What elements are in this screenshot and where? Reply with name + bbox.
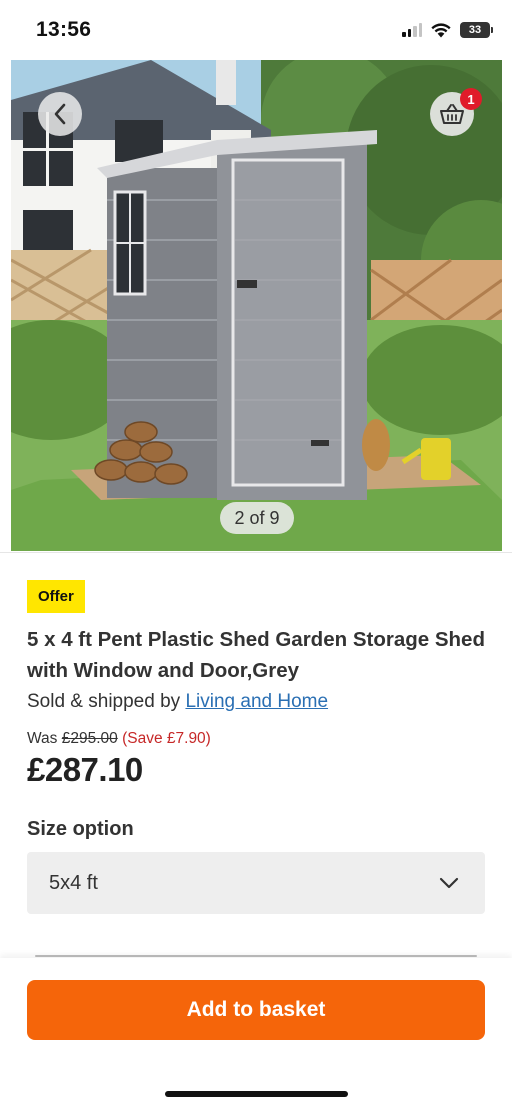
basket-button[interactable]: 1 bbox=[430, 88, 482, 136]
seller-link[interactable]: Living and Home bbox=[185, 691, 328, 712]
product-image-gallery[interactable]: 1 2 of 9 bbox=[11, 60, 502, 551]
current-price: £287.10 bbox=[27, 751, 143, 788]
size-option-select[interactable]: 5x4 ft bbox=[27, 852, 485, 914]
seller-line: Sold & shipped by Living and Home bbox=[27, 691, 328, 713]
size-option-label: Size option bbox=[27, 818, 134, 840]
status-icons: 33 bbox=[402, 22, 493, 38]
bottom-action-bar: Add to basket bbox=[0, 958, 512, 1109]
was-label: Was bbox=[27, 730, 58, 747]
image-pager: 2 of 9 bbox=[220, 502, 294, 534]
battery-icon: 33 bbox=[460, 22, 493, 38]
was-price-line: Was £295.00 (Save £7.90) bbox=[27, 730, 211, 748]
status-time: 13:56 bbox=[36, 18, 92, 41]
seller-prefix: Sold & shipped by bbox=[27, 691, 181, 712]
home-indicator[interactable] bbox=[165, 1091, 348, 1097]
product-image bbox=[11, 60, 502, 551]
add-to-basket-button[interactable]: Add to basket bbox=[27, 980, 485, 1040]
chevron-down-icon bbox=[439, 877, 459, 889]
battery-level: 33 bbox=[468, 24, 482, 36]
offer-badge: Offer bbox=[27, 580, 85, 613]
content-edge bbox=[35, 955, 477, 957]
product-title: 5 x 4 ft Pent Plastic Shed Garden Storag… bbox=[27, 628, 485, 682]
size-option-value: 5x4 ft bbox=[49, 871, 98, 894]
was-price: £295.00 bbox=[61, 730, 118, 747]
status-bar: 13:56 33 bbox=[0, 0, 512, 60]
save-amount: (Save £7.90) bbox=[122, 730, 211, 747]
basket-count-badge: 1 bbox=[460, 88, 482, 110]
basket-icon bbox=[440, 104, 464, 124]
wifi-icon bbox=[431, 23, 451, 38]
divider bbox=[0, 552, 512, 553]
back-chevron-icon bbox=[54, 103, 66, 125]
back-button[interactable] bbox=[38, 92, 82, 136]
signal-icon bbox=[402, 23, 422, 37]
